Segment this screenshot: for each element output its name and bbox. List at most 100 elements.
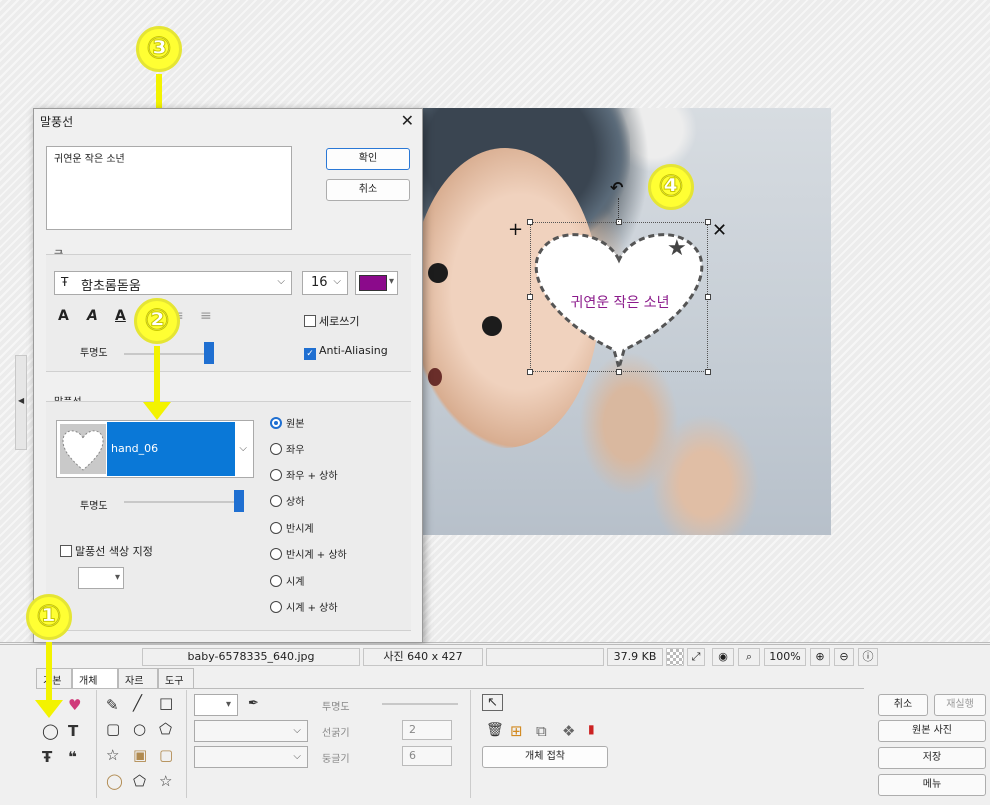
resize-handle[interactable] — [527, 369, 533, 375]
checkbox-box — [304, 315, 316, 327]
orientation-flip-hv[interactable]: 좌우 + 상하 — [270, 467, 338, 482]
tab-basic[interactable]: 기본 — [36, 668, 72, 688]
group-object-icon[interactable]: ❖ — [562, 722, 575, 740]
sticker-heart-icon[interactable]: ♥ — [68, 696, 81, 714]
reset-object-icon[interactable]: ▮ — [588, 722, 595, 736]
chevron-down-icon: ⌵ — [293, 725, 301, 736]
chevron-down-icon: ⌵ — [293, 751, 301, 762]
orientation-cw[interactable]: 시계 — [270, 573, 304, 588]
font-opacity-thumb[interactable] — [204, 342, 214, 364]
annotation-arrow — [46, 642, 52, 704]
redo-button[interactable]: 재실행 — [934, 694, 986, 716]
orientation-flip-h[interactable]: 좌우 — [270, 441, 304, 456]
tab-tools[interactable]: 도구 — [158, 668, 194, 688]
zoom-fit-icon[interactable]: ⌕ — [738, 648, 760, 666]
rounded-frame-tool-icon[interactable]: ▢ — [159, 746, 173, 764]
style-select-2[interactable]: ⌵ — [194, 746, 308, 768]
add-object-icon[interactable]: ⊞ — [510, 722, 523, 740]
underline-button[interactable]: A — [115, 308, 126, 324]
eyedropper-icon[interactable]: ✒ — [248, 696, 259, 711]
balloon-shape-select[interactable]: hand_06 ⌵ — [56, 420, 254, 478]
annotation-marker-2: ② — [134, 298, 180, 344]
rectangle-tool-icon[interactable]: □ — [159, 694, 173, 712]
orientation-flip-v[interactable]: 상하 — [270, 493, 304, 508]
balloon-opacity-thumb[interactable] — [234, 490, 244, 512]
zoom-in-icon[interactable]: ⊕ — [810, 648, 830, 666]
frame-tool-icon[interactable]: ▣ — [133, 746, 147, 764]
tab-crop[interactable]: 자르기 — [118, 668, 158, 702]
actual-size-icon[interactable]: ◉ — [712, 648, 734, 666]
rotate-icon[interactable]: ↶ — [610, 178, 623, 197]
info-icon[interactable]: ⓘ — [858, 648, 878, 666]
bold-button[interactable]: A — [58, 308, 69, 324]
toolbar-opacity-label: 투명도 — [322, 702, 350, 713]
pentagon-tool-icon[interactable]: ⬠ — [159, 720, 172, 738]
balloon-opacity-slider[interactable] — [124, 501, 242, 503]
star-frame-tool-icon[interactable]: ☆ — [159, 772, 172, 790]
font-size-select[interactable]: 16 ⌵ — [302, 271, 348, 295]
ellipse-tool-icon[interactable]: ○ — [133, 720, 146, 738]
balloon-color-label: 말풍선 색상 지정 — [75, 545, 153, 558]
line-width-spinner[interactable]: 2 — [402, 720, 452, 740]
toolbar-divider — [96, 690, 97, 798]
panel-collapse-handle[interactable]: ◀ — [15, 355, 27, 450]
pointer-tool-icon[interactable]: ↖ — [482, 694, 503, 711]
text-tool-icon[interactable]: T — [68, 722, 78, 740]
orientation-original[interactable]: 원본 — [270, 415, 304, 430]
text-style-icon[interactable]: Ŧ — [42, 748, 52, 766]
font-color-picker[interactable]: ▾ — [355, 271, 398, 295]
menu-button[interactable]: 메뉴 — [878, 774, 986, 796]
ellipse-frame-tool-icon[interactable]: ◯ — [106, 772, 123, 790]
star-tool-icon[interactable]: ☆ — [106, 746, 119, 764]
close-icon[interactable]: ✕ — [401, 111, 414, 130]
color-select[interactable]: ▾ — [194, 694, 238, 716]
balloon-text-input[interactable]: 귀연운 작은 소년 — [46, 146, 292, 230]
brush-tool-icon[interactable]: ✎ — [106, 696, 119, 714]
orientation-ccw-v[interactable]: 반시계 + 상하 — [270, 546, 347, 561]
speech-balloon-icon[interactable]: ◯ — [42, 722, 59, 740]
resize-handle[interactable] — [527, 219, 533, 225]
round-spinner[interactable]: 6 — [402, 746, 452, 766]
undo-button[interactable]: 취소 — [878, 694, 928, 716]
balloon-opacity-label: 투명도 — [80, 501, 108, 512]
orientation-ccw[interactable]: 반시계 — [270, 520, 314, 535]
copy-object-icon[interactable]: ⧉ — [536, 722, 547, 740]
zoom-out-icon[interactable]: ⊖ — [834, 648, 854, 666]
delete-object-icon[interactable]: 🗑 — [486, 722, 504, 738]
vertical-text-checkbox[interactable]: 세로쓰기 — [304, 313, 359, 329]
antialias-checkbox[interactable]: ✓ Anti-Aliasing — [304, 344, 388, 360]
attach-object-button[interactable]: 개체 접착 — [482, 746, 608, 768]
resize-handle[interactable] — [705, 369, 711, 375]
resize-handle[interactable] — [616, 369, 622, 375]
resize-handle[interactable] — [705, 294, 711, 300]
font-name-select[interactable]: Ŧ 함초롬돋움 ⌵ — [54, 271, 292, 295]
cancel-button[interactable]: 취소 — [326, 179, 410, 201]
quote-icon[interactable]: ❝ — [68, 748, 77, 766]
resize-handle[interactable] — [616, 219, 622, 225]
line-tool-icon[interactable]: ╱ — [133, 694, 142, 712]
radio-dot — [270, 601, 282, 613]
font-opacity-slider[interactable] — [124, 353, 212, 355]
transparency-icon[interactable] — [666, 648, 684, 666]
resize-handle[interactable] — [705, 219, 711, 225]
ok-button[interactable]: 확인 — [326, 148, 410, 170]
resize-handle[interactable] — [527, 294, 533, 300]
italic-button[interactable]: A — [87, 308, 98, 324]
annotation-arrow-head — [143, 402, 171, 420]
radio-dot — [270, 522, 282, 534]
close-icon[interactable]: ✕ — [712, 220, 727, 241]
fit-screen-icon[interactable]: ⤢ — [687, 648, 705, 666]
pentagon-frame-tool-icon[interactable]: ⬠ — [133, 772, 146, 790]
move-icon[interactable]: + — [508, 219, 523, 240]
align-right-button[interactable]: ≡ — [200, 308, 212, 324]
orientation-cw-v[interactable]: 시계 + 상하 — [270, 599, 338, 614]
balloon-color-picker[interactable]: ▾ — [78, 567, 124, 589]
save-button[interactable]: 저장 — [878, 747, 986, 769]
tab-object[interactable]: 개체 — [72, 668, 118, 688]
rounded-rect-tool-icon[interactable]: ▢ — [106, 720, 120, 738]
original-photo-button[interactable]: 원본 사진 — [878, 720, 986, 742]
balloon-color-checkbox[interactable]: 말풍선 색상 지정 — [60, 543, 153, 559]
toolbar-opacity-slider[interactable] — [382, 703, 458, 705]
balloon-shape-value: hand_06 — [111, 442, 159, 455]
style-select-1[interactable]: ⌵ — [194, 720, 308, 742]
